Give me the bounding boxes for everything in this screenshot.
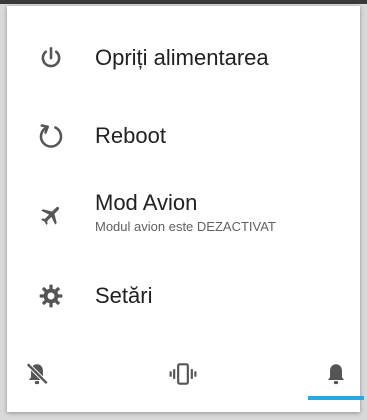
- settings-item[interactable]: Setări: [7, 272, 360, 320]
- airplane-mode-item[interactable]: Mod Avion Modul avion este DEZACTIVAT: [7, 186, 360, 244]
- airplane-mode-status: Modul avion este DEZACTIVAT: [95, 219, 276, 234]
- airplane-icon: [36, 200, 66, 230]
- selected-mode-indicator: [308, 396, 364, 400]
- restart-icon: [36, 121, 66, 151]
- silent-bell-off-icon: [24, 361, 50, 392]
- reboot-item[interactable]: Reboot: [7, 112, 360, 160]
- settings-label: Setări: [95, 283, 153, 308]
- sound-mode-button[interactable]: [306, 340, 366, 412]
- sound-mode-bar: [7, 340, 364, 412]
- airplane-mode-label: Mod Avion: [95, 190, 198, 215]
- power-off-item[interactable]: Opriți alimentarea: [7, 34, 360, 82]
- vibrate-mode-button[interactable]: [153, 340, 213, 412]
- gear-icon: [36, 281, 66, 311]
- power-off-label: Opriți alimentarea: [95, 45, 269, 70]
- vibrate-icon: [169, 361, 197, 392]
- power-icon: [36, 43, 66, 73]
- power-menu-dialog: Opriți alimentarea Reboot Mod Avion Modu…: [7, 6, 364, 412]
- reboot-label: Reboot: [95, 123, 166, 148]
- screen: Opriți alimentarea Reboot Mod Avion Modu…: [0, 0, 367, 420]
- bell-icon: [323, 361, 349, 392]
- silent-mode-button[interactable]: [7, 340, 67, 412]
